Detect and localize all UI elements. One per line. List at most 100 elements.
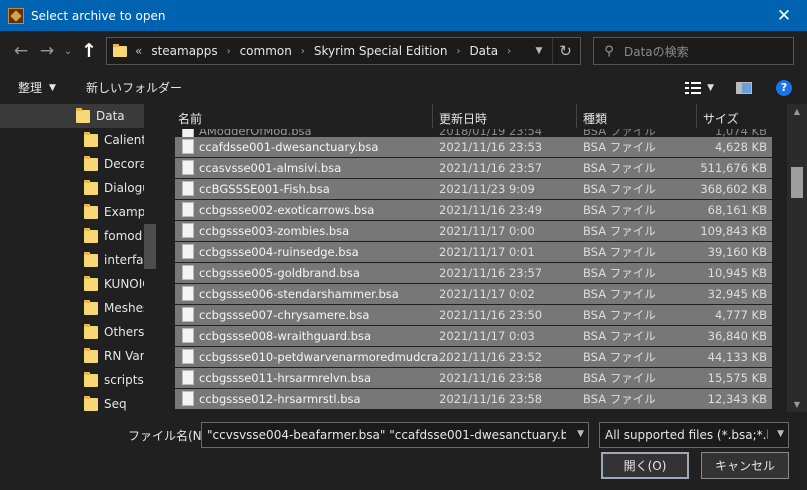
breadcrumb-separator-icon[interactable]: › <box>227 46 231 57</box>
file-icon <box>182 265 194 280</box>
new-folder-button[interactable]: 新しいフォルダー <box>86 79 182 96</box>
address-dropdown-chevron-icon[interactable]: ▼ <box>530 38 548 64</box>
table-row[interactable]: ccafdsse001-dwesanctuary.bsa 2021/11/16 … <box>175 137 772 157</box>
file-icon <box>182 391 194 406</box>
tree-item-data[interactable]: Data <box>0 104 144 128</box>
command-toolbar: 整理 ▼ 新しいフォルダー ▼ ? <box>0 71 807 104</box>
folder-icon <box>84 227 98 243</box>
table-row[interactable]: ccbgssse012-hrsarmrstl.bsa 2021/11/16 23… <box>175 389 772 409</box>
filename-dropdown-chevron-icon[interactable]: ▼ <box>577 429 584 439</box>
filename-value: "ccvsvsse004-beafarmer.bsa" "ccafdsse001… <box>207 428 566 442</box>
table-row[interactable]: ccbgssse010-petdwarvenarmoredmudcra... 2… <box>175 347 772 367</box>
file-type: BSA ファイル <box>583 224 656 238</box>
table-row[interactable]: ccbgssse006-stendarshammer.bsa 2021/11/1… <box>175 284 772 304</box>
refresh-icon[interactable]: ↻ <box>552 38 578 64</box>
scroll-up-arrow-icon[interactable]: ▲ <box>787 107 807 116</box>
back-arrow-icon[interactable]: ← <box>8 36 34 66</box>
column-divider[interactable] <box>696 104 697 128</box>
tree-item-folder[interactable]: interfac <box>0 248 144 272</box>
table-row[interactable]: ccbgssse007-chrysamere.bsa 2021/11/16 23… <box>175 305 772 325</box>
search-icon: ⚲ <box>604 43 614 59</box>
forward-arrow-icon[interactable]: → <box>34 36 60 66</box>
title-bar: Select archive to open ✕ <box>0 0 807 31</box>
close-icon[interactable]: ✕ <box>761 0 807 31</box>
tree-item-folder[interactable]: Dialogu <box>0 176 144 200</box>
view-options-chevron-icon[interactable]: ▼ <box>707 83 714 93</box>
navigation-pane-scrollbar[interactable] <box>144 224 156 269</box>
open-button[interactable]: 開く(O) <box>601 452 689 479</box>
organize-button[interactable]: 整理 ▼ <box>18 79 56 96</box>
file-size: 39,160 KB <box>707 245 767 259</box>
help-icon[interactable]: ? <box>776 79 792 96</box>
table-row[interactable]: ccbgssse005-goldbrand.bsa 2021/11/16 23:… <box>175 263 772 283</box>
tree-item-folder[interactable]: Caliente <box>0 128 144 152</box>
tree-item-folder[interactable]: Decorat <box>0 152 144 176</box>
breadcrumb-common[interactable]: common <box>240 44 292 58</box>
table-row[interactable]: ccbgssse002-exoticarrows.bsa 2021/11/16 … <box>175 200 772 220</box>
file-type: BSA ファイル <box>583 161 656 175</box>
tree-item-folder[interactable]: RN Van <box>0 344 144 368</box>
breadcrumb-data[interactable]: Data <box>469 44 498 58</box>
tree-item-folder[interactable]: Exampl <box>0 200 144 224</box>
file-type: BSA ファイル <box>583 371 656 385</box>
file-size: 32,945 KB <box>707 287 767 301</box>
file-icon <box>182 139 194 154</box>
file-name: ccafdsse001-dwesanctuary.bsa <box>199 140 379 154</box>
breadcrumb-skyrim[interactable]: Skyrim Special Edition <box>314 44 448 58</box>
column-divider[interactable] <box>576 104 577 128</box>
search-input[interactable]: ⚲ Dataの検索 <box>593 37 794 65</box>
breadcrumb-overflow[interactable]: « <box>135 44 142 58</box>
file-size: 109,843 KB <box>700 224 767 238</box>
file-icon <box>182 223 194 238</box>
navigation-pane[interactable]: Data Caliente Decorat Dialogu Exampl fom… <box>0 104 158 412</box>
file-date: 2021/11/16 23:50 <box>439 308 543 322</box>
column-header-size[interactable]: サイズ <box>703 110 739 127</box>
recent-locations-chevron-icon[interactable]: ⌄ <box>60 36 76 66</box>
breadcrumb-separator-icon[interactable]: › <box>456 46 460 57</box>
address-bar[interactable]: « steamapps › common › Skyrim Special Ed… <box>106 37 581 65</box>
tree-item-folder[interactable]: fomod <box>0 224 144 248</box>
column-header-name[interactable]: 名前 <box>178 110 202 127</box>
table-row[interactable]: ccbgssse004-ruinsedge.bsa 2021/11/17 0:0… <box>175 242 772 262</box>
breadcrumb-separator-icon[interactable]: › <box>507 46 511 57</box>
column-header-type[interactable]: 種類 <box>583 110 607 127</box>
filename-input[interactable]: "ccvsvsse004-beafarmer.bsa" "ccafdsse001… <box>201 422 589 448</box>
scroll-down-arrow-icon[interactable]: ▼ <box>787 400 807 409</box>
tree-item-label: Dialogu <box>104 181 144 195</box>
breadcrumb-steamapps[interactable]: steamapps <box>151 44 217 58</box>
file-type: BSA ファイル <box>583 287 656 301</box>
table-row[interactable]: ccBGSSSE001-Fish.bsa 2021/11/23 9:09 BSA… <box>175 179 772 199</box>
table-row[interactable]: ccbgssse011-hrsarmrelvn.bsa 2021/11/16 2… <box>175 368 772 388</box>
folder-icon <box>113 43 127 57</box>
file-size: 368,602 KB <box>700 182 767 196</box>
tree-item-folder[interactable]: Meshes <box>0 296 144 320</box>
table-row[interactable]: ccbgssse003-zombies.bsa 2021/11/17 0:00 … <box>175 221 772 241</box>
column-header-date[interactable]: 更新日時 <box>439 110 487 127</box>
view-options-icon[interactable] <box>685 81 702 94</box>
file-name: ccbgssse005-goldbrand.bsa <box>199 266 360 280</box>
file-name: ccbgssse003-zombies.bsa <box>199 224 350 238</box>
app-icon <box>8 7 24 24</box>
scrollbar-thumb[interactable] <box>791 167 803 198</box>
tree-item-folder[interactable]: Seq <box>0 392 144 412</box>
filename-label: ファイル名(N): <box>128 429 211 443</box>
file-list-scrollbar[interactable]: ▲ ▼ <box>787 104 807 412</box>
table-row[interactable]: ccbgssse008-wraithguard.bsa 2021/11/17 0… <box>175 326 772 346</box>
preview-pane-icon[interactable] <box>736 81 752 94</box>
tree-item-folder[interactable]: Others <box>0 320 144 344</box>
cancel-button[interactable]: キャンセル <box>701 452 789 479</box>
file-type: BSA ファイル <box>583 182 656 196</box>
table-row[interactable]: ccasvsse001-almsivi.bsa 2021/11/16 23:57… <box>175 158 772 178</box>
file-list[interactable]: ⌃ 名前 更新日時 種類 サイズ AModderOfMod.bsa 2018/0… <box>170 104 807 412</box>
breadcrumb-separator-icon[interactable]: › <box>301 46 305 57</box>
file-name: ccbgssse004-ruinsedge.bsa <box>199 245 359 259</box>
file-rows: AModderOfMod.bsa 2018/01/19 23:54 BSA ファ… <box>170 129 790 412</box>
file-type: BSA ファイル <box>583 140 656 154</box>
file-date: 2021/11/17 0:01 <box>439 245 535 259</box>
tree-item-folder[interactable]: KUNOIC <box>0 272 144 296</box>
up-arrow-icon[interactable]: ↑ <box>76 36 102 66</box>
file-type: BSA ファイル <box>583 203 656 217</box>
column-divider[interactable] <box>432 104 433 128</box>
file-type-filter-select[interactable]: All supported files (*.bsa;*.ba2;* ▼ <box>599 422 789 448</box>
tree-item-folder[interactable]: scripts <box>0 368 144 392</box>
